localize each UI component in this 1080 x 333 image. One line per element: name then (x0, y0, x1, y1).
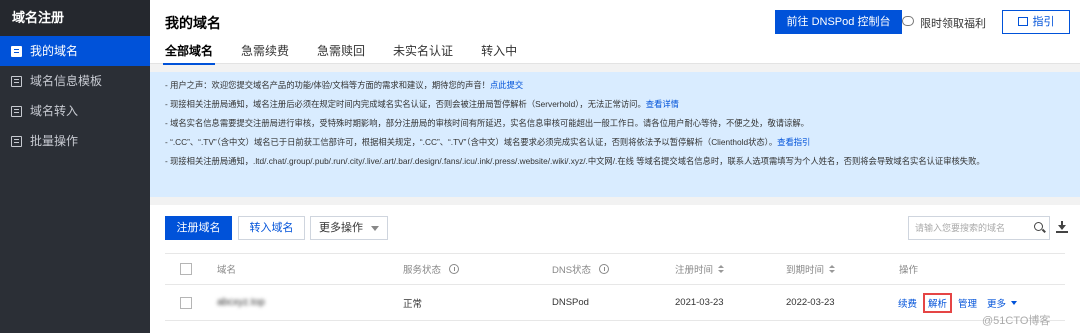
register-domain-button[interactable]: 注册域名 (165, 216, 232, 240)
select-all-checkbox[interactable] (180, 263, 192, 275)
select-all-checkbox-cell (180, 254, 192, 284)
column-expires[interactable]: 到期时间 (786, 254, 836, 284)
column-domain: 域名 (217, 265, 237, 276)
registered-date: 2021-03-23 (675, 297, 724, 308)
notice-line: - 现接相关注册局通知，.ltd/.chat/.group/.pub/.run/… (165, 156, 985, 166)
service-status: 正常 (403, 298, 423, 310)
domain-name[interactable]: abcxyz.top (217, 285, 265, 320)
more-link[interactable]: 更多 (987, 296, 1006, 310)
column-registered[interactable]: 注册时间 (675, 254, 725, 284)
resolve-link[interactable]: 解析 (923, 292, 953, 313)
welfare-link[interactable]: 限时领取福利 (902, 15, 986, 31)
sidebar: 域名注册 我的域名 域名信息模板 域名转入 批量操作 (0, 0, 150, 333)
tab-redeem-urgent[interactable]: 急需赎回 (317, 42, 365, 64)
page-header: 我的域名 全部域名 急需续费 急需赎回 未实名认证 转入中 前往 DNSPod … (150, 0, 1080, 65)
sidebar-item-label: 批量操作 (30, 134, 79, 148)
renew-link[interactable]: 续费 (898, 296, 917, 310)
search-input[interactable] (908, 216, 1050, 240)
sidebar-item-domain-transfer[interactable]: 域名转入 (0, 96, 150, 126)
sidebar-item-label: 我的域名 (30, 44, 79, 58)
watermark: @51CTO博客 (982, 315, 1051, 327)
row-checkbox-cell (180, 285, 192, 320)
tab-transferring[interactable]: 转入中 (481, 42, 517, 64)
sidebar-item-label: 域名转入 (30, 104, 79, 118)
download-icon[interactable] (1056, 220, 1069, 234)
row-checkbox[interactable] (180, 296, 192, 309)
dns-status: DNSPod (552, 297, 589, 308)
dnspod-console-button[interactable]: 前往 DNSPod 控制台 (775, 10, 902, 34)
column-service-status: 服务状态 (403, 254, 460, 284)
chevron-down-icon (371, 226, 379, 231)
transfer-domain-button[interactable]: 转入域名 (238, 216, 305, 240)
submit-feedback-link[interactable]: 点此提交 (490, 80, 523, 90)
template-icon (11, 76, 22, 87)
info-icon[interactable] (449, 264, 460, 274)
welfare-label: 限时领取福利 (920, 18, 986, 30)
chevron-down-icon (1011, 300, 1018, 305)
sidebar-item-batch-operations[interactable]: 批量操作 (0, 126, 150, 156)
notice-line: - “.CC”、“.TV”（含中文）域名已于日前获工信部许可，根据相关规定，“.… (165, 137, 811, 147)
sort-icon (718, 265, 725, 273)
more-actions-label: 更多操作 (319, 222, 363, 234)
view-details-link[interactable]: 查看详情 (646, 99, 679, 109)
page-title: 我的域名 (165, 15, 221, 31)
view-guide-link[interactable]: 查看指引 (777, 137, 810, 147)
notice-line: - 现接相关注册局通知，域名注册后必须在规定时间内完成域名实名认证，否则会被注册… (165, 99, 679, 109)
search-icon[interactable] (1034, 222, 1043, 231)
column-dns-status: DNS状态 (552, 254, 610, 284)
chat-icon (902, 16, 914, 26)
sidebar-title: 域名注册 (0, 0, 150, 36)
notice-line: - 用户之声：欢迎您提交域名产品的功能/体验/文档等方面的需求和建议，期待您的声… (165, 80, 524, 90)
tab-all-domains[interactable]: 全部域名 (162, 42, 216, 65)
tab-bar: 全部域名 急需续费 急需赎回 未实名认证 转入中 (162, 42, 545, 65)
guide-button[interactable]: 指引 (1002, 10, 1070, 34)
domain-list-card: 注册域名 转入域名 更多操作 域名 服务状态 DNS状态 注册时间 到期时间 操… (150, 205, 1080, 333)
table-row: abcxyz.top 正常 DNSPod 2021-03-23 2022-03-… (165, 285, 1065, 321)
notice-panel: - 用户之声：欢迎您提交域名产品的功能/体验/文档等方面的需求和建议，期待您的声… (150, 72, 1080, 197)
sort-icon (829, 265, 836, 273)
info-icon[interactable] (599, 264, 610, 274)
column-actions: 操作 (899, 265, 919, 276)
sidebar-item-my-domains[interactable]: 我的域名 (0, 36, 150, 66)
list-icon (11, 46, 22, 57)
more-actions-select[interactable]: 更多操作 (310, 216, 388, 240)
book-icon (1017, 17, 1028, 26)
guide-label: 指引 (1032, 16, 1055, 28)
manage-link[interactable]: 管理 (958, 296, 977, 310)
table-header: 域名 服务状态 DNS状态 注册时间 到期时间 操作 (165, 253, 1065, 285)
notice-line: - 域名实名信息需要提交注册局进行审核，受特殊时期影响，部分注册局的审核时间有所… (165, 118, 809, 128)
tab-renew-urgent[interactable]: 急需续费 (241, 42, 289, 64)
sidebar-item-label: 域名信息模板 (30, 74, 103, 88)
sidebar-item-domain-templates[interactable]: 域名信息模板 (0, 66, 150, 96)
batch-icon (11, 136, 22, 147)
expires-date: 2022-03-23 (786, 297, 835, 308)
tab-unverified[interactable]: 未实名认证 (393, 42, 453, 64)
transfer-icon (11, 106, 22, 117)
